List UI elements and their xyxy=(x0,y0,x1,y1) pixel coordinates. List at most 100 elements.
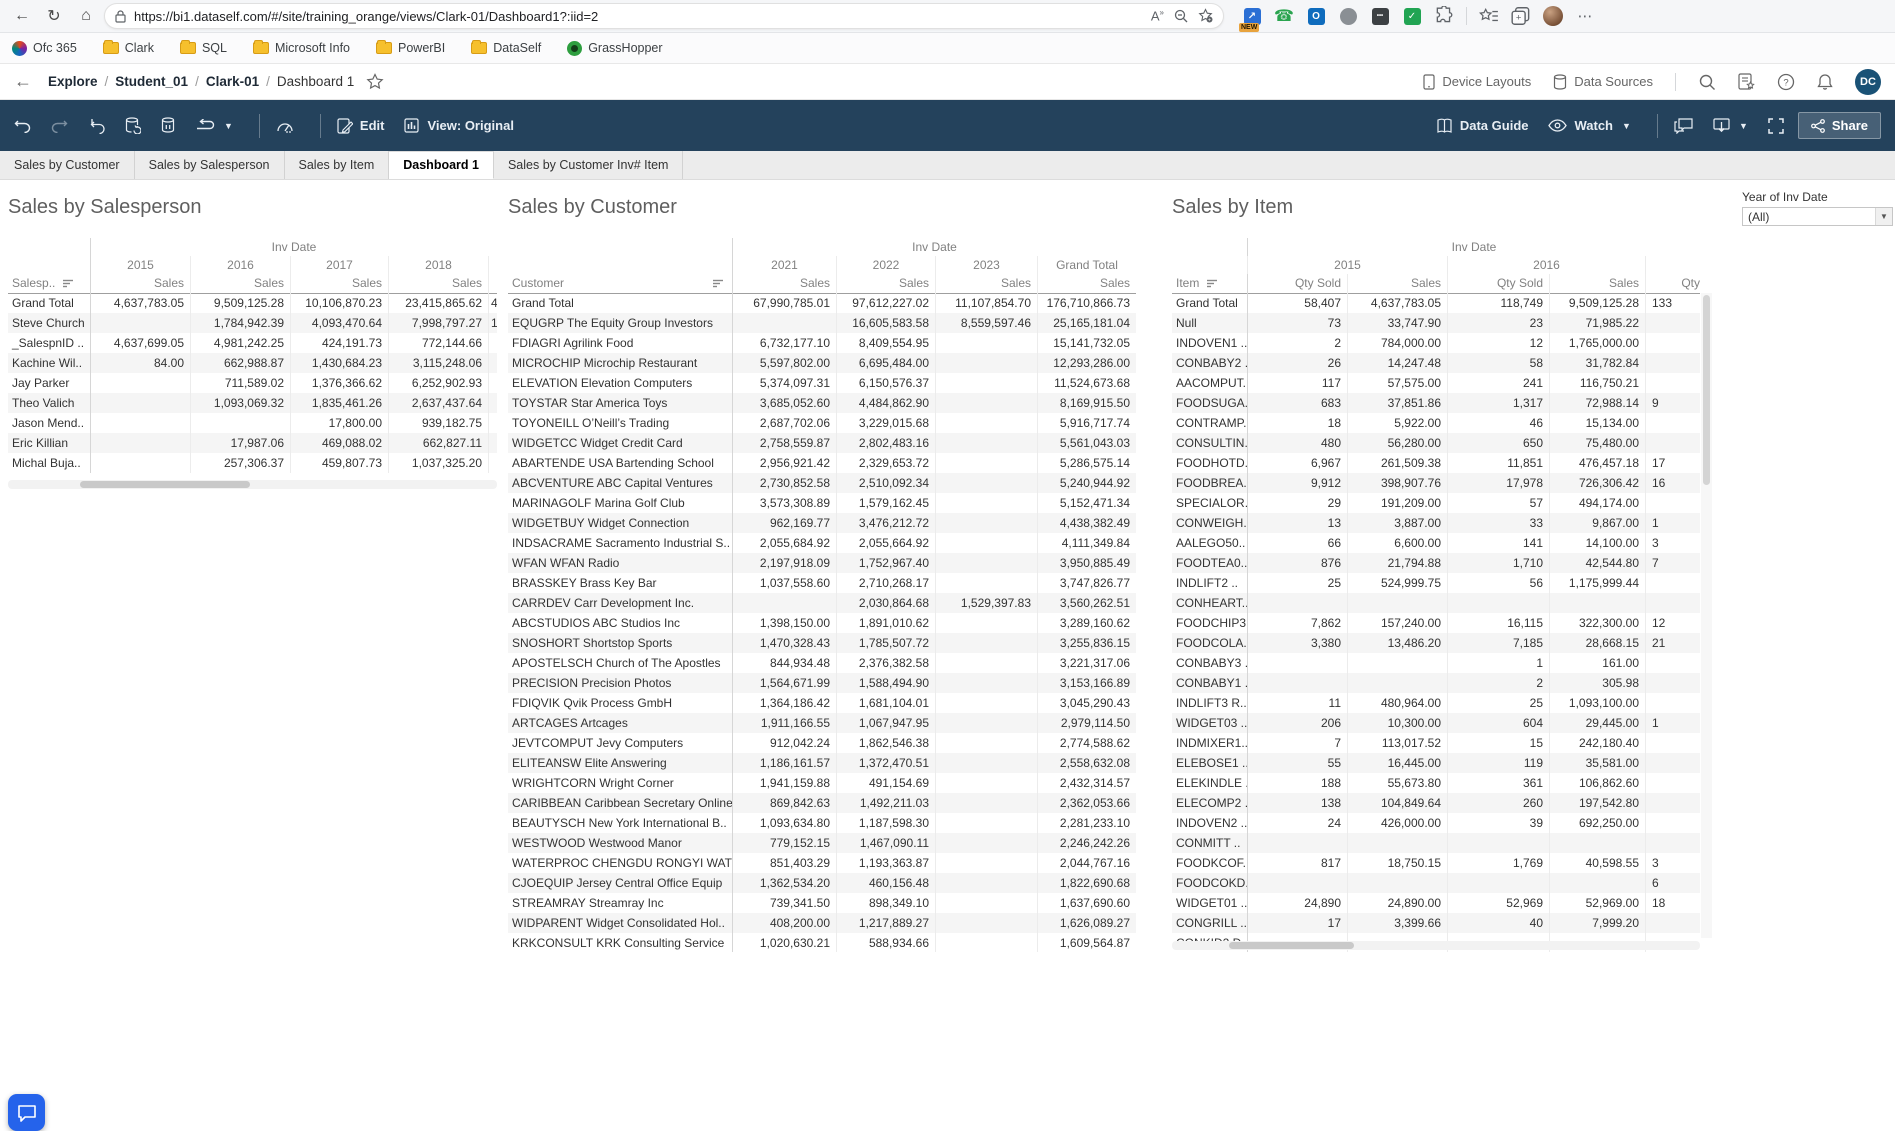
measure-header[interactable]: Sales xyxy=(935,274,1037,293)
year-header[interactable]: 2016 xyxy=(1447,256,1645,274)
view-original-button[interactable]: View: Original xyxy=(404,118,513,134)
table-row[interactable]: EQUGRP The Equity Group Investors16,605,… xyxy=(508,313,1136,333)
table-row[interactable]: MARINAGOLF Marina Golf Club3,573,308.891… xyxy=(508,493,1136,513)
table-row[interactable]: FDIQVIK Qvik Process GmbH1,364,186.421,6… xyxy=(508,693,1136,713)
phone-extension-icon[interactable]: ☎ xyxy=(1274,6,1294,26)
table-row[interactable]: ABCSTUDIOS ABC Studios Inc1,398,150.001,… xyxy=(508,613,1136,633)
breadcrumb-explore[interactable]: Explore xyxy=(48,74,98,89)
table-row[interactable]: Null7333,747.902371,985.22 xyxy=(1172,313,1700,333)
table-row[interactable]: Jay Parker711,589.021,376,366.626,252,90… xyxy=(8,373,497,393)
tab-dashboard-1[interactable]: Dashboard 1 xyxy=(389,151,494,179)
column-group-label[interactable]: Inv Date xyxy=(1247,238,1700,256)
table-row[interactable]: WFAN WFAN Radio2,197,918.091,752,967.403… xyxy=(508,553,1136,573)
table-row[interactable]: CONBABY1 ..2305.98 xyxy=(1172,673,1700,693)
table-row[interactable]: CARIBBEAN Caribbean Secretary Online869,… xyxy=(508,793,1136,813)
table-row[interactable]: FOODCOLA..3,38013,486.207,18528,668.1521 xyxy=(1172,633,1700,653)
measure-header[interactable]: Sales xyxy=(1037,274,1136,293)
collections-icon[interactable]: + xyxy=(1511,6,1531,26)
table-row[interactable]: FOODKCOF..81718,750.151,76940,598.553 xyxy=(1172,853,1700,873)
edit-button[interactable]: Edit xyxy=(337,118,385,134)
device-layouts-button[interactable]: Device Layouts xyxy=(1423,74,1531,90)
revert-button[interactable] xyxy=(88,118,105,134)
table-row[interactable]: WIDGET01 ..24,89024,890.0052,96952,969.0… xyxy=(1172,893,1700,913)
table-row[interactable]: WATERPROC CHENGDU RONGYI WATE..851,403.2… xyxy=(508,853,1136,873)
horizontal-scrollbar[interactable] xyxy=(1172,941,1700,950)
year-header[interactable]: 2022 xyxy=(836,256,935,274)
notifications-bell-icon[interactable] xyxy=(1817,73,1833,91)
table-row[interactable]: Grand Total67,990,785.0197,612,227.0211,… xyxy=(508,293,1136,313)
row-dimension-header[interactable]: Item xyxy=(1172,274,1247,293)
measure-header[interactable]: Sales xyxy=(388,274,488,293)
table-row[interactable]: CONMITT .. xyxy=(1172,833,1700,853)
table-row[interactable]: SNOSHORT Shortstop Sports1,470,328.431,7… xyxy=(508,633,1136,653)
table-row[interactable]: CONGRILL ..173,399.66407,999.20 xyxy=(1172,913,1700,933)
table-row[interactable]: Grand Total4,637,783.059,509,125.2810,10… xyxy=(8,293,497,313)
measure-header-partial[interactable]: Qty xyxy=(1645,274,1700,293)
year-header[interactable]: 2016 xyxy=(190,256,290,274)
bookmark-powerbi[interactable]: PowerBI xyxy=(376,41,445,55)
bookmark-dataself[interactable]: DataSelf xyxy=(471,41,541,55)
refresh-icon[interactable]: ↻ xyxy=(40,3,68,29)
refresh-data-button[interactable] xyxy=(125,117,141,134)
redo-button[interactable] xyxy=(51,118,68,133)
bookmark-grasshopper[interactable]: GrassHopper xyxy=(567,41,662,56)
table-row[interactable]: WIDPARENT Widget Consolidated Hol..408,2… xyxy=(508,913,1136,933)
sort-icon[interactable] xyxy=(713,279,724,288)
watch-button[interactable]: Watch▼ xyxy=(1548,118,1630,133)
favorite-star-icon[interactable]: + xyxy=(1198,8,1213,23)
table-row[interactable]: WIDGET03 ..20610,300.0060429,445.001 xyxy=(1172,713,1700,733)
column-group-label[interactable]: Inv Date xyxy=(90,238,497,256)
extensions-puzzle-icon[interactable] xyxy=(1434,6,1454,26)
tab-sales-by-salesperson[interactable]: Sales by Salesperson xyxy=(135,151,285,179)
table-row[interactable]: FOODSUGA..68337,851.861,31772,988.149 xyxy=(1172,393,1700,413)
table-row[interactable]: Steve Church1,784,942.394,093,470.647,99… xyxy=(8,313,497,333)
table-row[interactable]: Eric Killian17,987.06469,088.02662,827.1… xyxy=(8,433,497,453)
table-row[interactable]: WRIGHTCORN Wright Corner1,941,159.88491,… xyxy=(508,773,1136,793)
year-header[interactable]: 2015 xyxy=(1247,256,1447,274)
table-row[interactable]: APOSTELSCH Church of The Apostles844,934… xyxy=(508,653,1136,673)
table-row[interactable]: FOODHOTD..6,967261,509.3811,851476,457.1… xyxy=(1172,453,1700,473)
table-row[interactable]: SPECIALOR..29191,209.0057494,174.00 xyxy=(1172,493,1700,513)
user-avatar[interactable]: DC xyxy=(1855,69,1881,95)
table-row[interactable]: ELEBOSE1 ..5516,445.0011935,581.00 xyxy=(1172,753,1700,773)
table-row[interactable]: ABARTENDE USA Bartending School2,956,921… xyxy=(508,453,1136,473)
table-row[interactable]: FOODBREA..9,912398,907.7617,978726,306.4… xyxy=(1172,473,1700,493)
url-text[interactable]: https://bi1.dataself.com/#/site/training… xyxy=(134,9,1143,24)
browser-menu-icon[interactable]: ⋯ xyxy=(1575,6,1595,26)
table-row[interactable]: INDSACRAME Sacramento Industrial S..2,05… xyxy=(508,533,1136,553)
replay-button[interactable]: ▼ xyxy=(195,119,233,132)
favorites-bar-icon[interactable] xyxy=(1479,6,1499,26)
table-row[interactable]: CJOEQUIP Jersey Central Office Equip1,36… xyxy=(508,873,1136,893)
tab-sales-by-item[interactable]: Sales by Item xyxy=(285,151,390,179)
measure-header[interactable]: Sales xyxy=(190,274,290,293)
bookmark-ofc365[interactable]: Ofc 365 xyxy=(12,41,77,56)
measure-header[interactable]: Sales xyxy=(290,274,388,293)
year-header[interactable]: 2018 xyxy=(388,256,488,274)
breadcrumb-workbook[interactable]: Clark-01 xyxy=(206,74,259,89)
horizontal-scrollbar[interactable] xyxy=(8,480,497,489)
undo-button[interactable] xyxy=(14,118,31,133)
table-row[interactable]: INDOVEN2 ..24426,000.0039692,250.00 xyxy=(1172,813,1700,833)
outlook-icon[interactable]: O xyxy=(1306,6,1326,26)
year-header[interactable]: 2021 xyxy=(732,256,836,274)
help-icon[interactable]: ? xyxy=(1777,73,1795,91)
table-row[interactable]: JEVTCOMPUT Jevy Computers912,042.241,862… xyxy=(508,733,1136,753)
table-row[interactable]: FDIAGRI Agrilink Food6,732,177.108,409,5… xyxy=(508,333,1136,353)
year-header[interactable]: 2015 xyxy=(90,256,190,274)
table-row[interactable]: MICROCHIP Microchip Restaurant5,597,802.… xyxy=(508,353,1136,373)
table-row[interactable]: ELEKINDLE ..18855,673.80361106,862.60 xyxy=(1172,773,1700,793)
table-row[interactable]: Jason Mend..17,800.00939,182.75 xyxy=(8,413,497,433)
table-row[interactable]: INDLIFT3 R..11480,964.00251,093,100.00 xyxy=(1172,693,1700,713)
download-button[interactable]: ▼ xyxy=(1713,118,1748,134)
table-row[interactable]: Michal Buja..257,306.37459,807.731,037,3… xyxy=(8,453,497,473)
table-row[interactable]: CONBABY3 ..1161.00 xyxy=(1172,653,1700,673)
performance-gauge-button[interactable] xyxy=(276,118,294,134)
table-row[interactable]: CONHEART.. xyxy=(1172,593,1700,613)
bookmark-sql[interactable]: SQL xyxy=(180,41,227,55)
measure-header[interactable]: Qty Sold xyxy=(1247,274,1347,293)
bookmark-clark[interactable]: Clark xyxy=(103,41,154,55)
table-row[interactable]: _SalespnID ..4,637,699.054,981,242.25424… xyxy=(8,333,497,353)
filter-dropdown[interactable]: (All) ▼ xyxy=(1742,207,1893,226)
table-row[interactable]: KRKCONSULT KRK Consulting Service1,020,6… xyxy=(508,933,1136,952)
pause-updates-button[interactable] xyxy=(161,117,175,134)
